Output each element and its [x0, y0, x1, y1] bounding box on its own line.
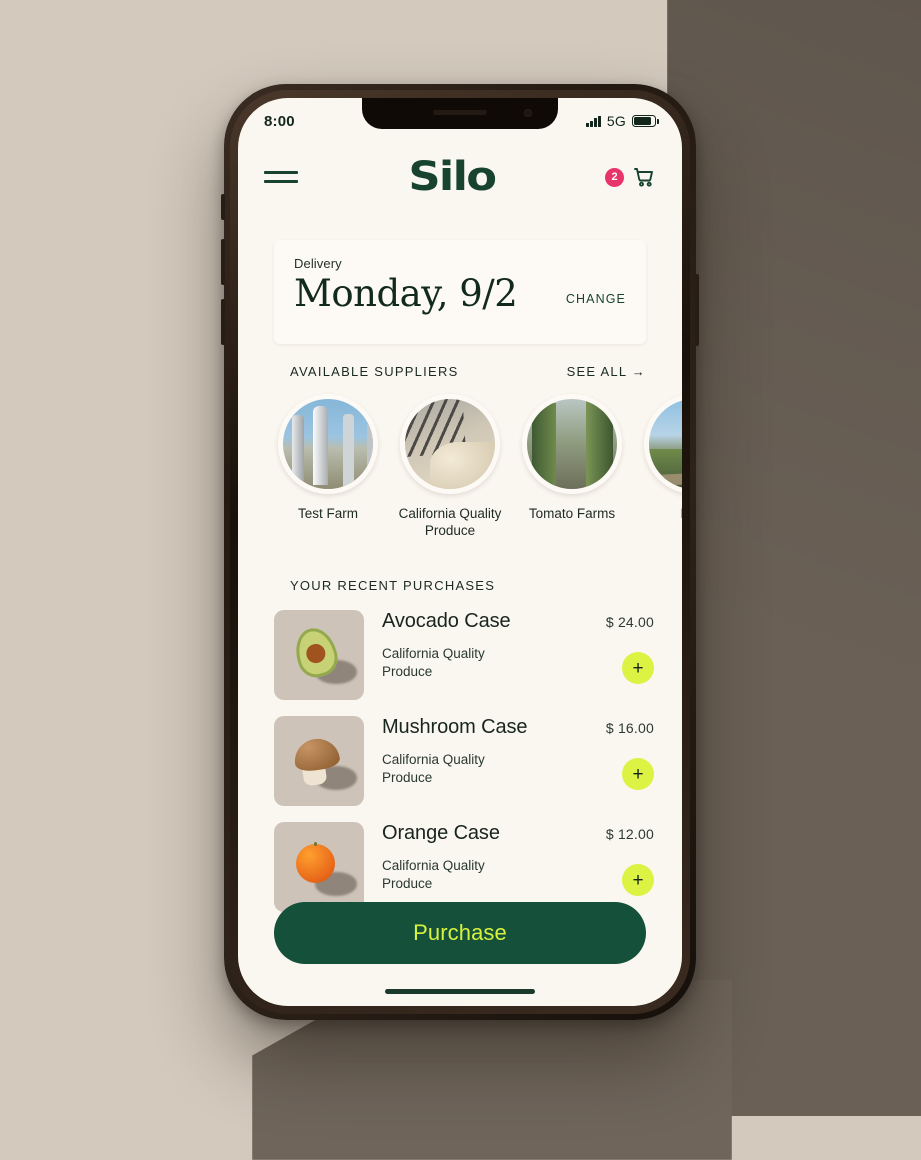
product-name: Avocado Case — [382, 610, 511, 632]
list-item[interactable]: Avocado Case California Quality Produce … — [274, 606, 654, 712]
supplier-avatar-image — [278, 394, 378, 494]
cart-button[interactable]: 2 — [605, 165, 656, 189]
supplier-card[interactable]: Test Farm — [274, 394, 382, 544]
hamburger-menu-icon[interactable] — [264, 171, 298, 183]
suppliers-section-title: AVAILABLE SUPPLIERS — [290, 364, 459, 379]
add-to-cart-button[interactable]: + — [622, 864, 654, 896]
volume-down-button[interactable] — [221, 299, 225, 345]
battery-icon — [632, 115, 659, 127]
delivery-date: Monday, 9/2 — [294, 272, 518, 315]
cart-badge: 2 — [605, 167, 624, 187]
add-to-cart-button[interactable]: + — [622, 758, 654, 790]
front-camera — [524, 109, 532, 117]
earpiece-speaker — [433, 110, 487, 115]
product-name: Mushroom Case — [382, 716, 528, 738]
product-actions: $ 16.00 + — [574, 712, 654, 790]
product-supplier: California Quality Produce — [382, 646, 485, 679]
phone-screen: 8:00 5G Silo 2 Delivery Monday, 9/2 CHAN… — [238, 98, 682, 1006]
supplier-name: Rive — [640, 505, 682, 522]
product-actions: $ 24.00 + — [574, 606, 654, 684]
device-notch — [362, 98, 558, 129]
product-thumbnail — [274, 716, 364, 806]
suppliers-carousel[interactable]: Test Farm California Quality Produce Tom… — [274, 394, 682, 544]
product-thumbnail — [274, 822, 364, 912]
supplier-card[interactable]: California Quality Produce — [396, 394, 504, 544]
power-button[interactable] — [695, 274, 699, 346]
product-price: $ 16.00 — [605, 720, 654, 736]
supplier-card[interactable]: Tomato Farms — [518, 394, 626, 544]
app-logo: Silo — [407, 154, 497, 200]
app-header: Silo 2 — [238, 144, 682, 210]
product-info: Avocado Case California Quality Produce — [382, 606, 556, 680]
shopping-cart-icon — [632, 165, 656, 189]
purchase-button[interactable]: Purchase — [274, 902, 646, 964]
product-supplier: California Quality Produce — [382, 858, 485, 891]
delivery-row: Monday, 9/2 CHANGE — [294, 272, 626, 316]
change-delivery-button[interactable]: CHANGE — [566, 292, 626, 306]
add-to-cart-button[interactable]: + — [622, 652, 654, 684]
suppliers-section-header: AVAILABLE SUPPLIERS SEE ALL → — [290, 364, 646, 379]
supplier-avatar-image — [644, 394, 682, 494]
product-info: Orange Case California Quality Produce — [382, 818, 556, 892]
purchases-section-title: YOUR RECENT PURCHASES — [290, 578, 496, 593]
supplier-name: California Quality Produce — [398, 506, 502, 539]
purchases-section-header: YOUR RECENT PURCHASES — [290, 578, 646, 593]
phone-device: 8:00 5G Silo 2 Delivery Monday, 9/2 CHAN… — [221, 84, 699, 1020]
product-actions: $ 12.00 + — [574, 818, 654, 896]
silent-switch[interactable] — [221, 194, 225, 220]
product-price: $ 24.00 — [605, 614, 654, 630]
status-indicators: 5G — [586, 113, 659, 129]
supplier-avatar-image — [522, 394, 622, 494]
product-supplier: California Quality Produce — [382, 752, 485, 785]
product-name: Orange Case — [382, 822, 500, 844]
product-thumbnail — [274, 610, 364, 700]
product-price: $ 12.00 — [605, 826, 654, 842]
recent-purchases-list: Avocado Case California Quality Produce … — [274, 606, 654, 924]
volume-up-button[interactable] — [221, 239, 225, 285]
orange-icon — [295, 841, 336, 884]
supplier-avatar-image — [400, 394, 500, 494]
status-time: 8:00 — [264, 112, 295, 130]
product-info: Mushroom Case California Quality Produce — [382, 712, 556, 786]
home-indicator[interactable] — [385, 989, 535, 994]
supplier-card[interactable]: Rive — [640, 394, 682, 544]
delivery-label: Delivery — [294, 256, 342, 271]
supplier-name: Test Farm — [297, 506, 358, 521]
list-item[interactable]: Mushroom Case California Quality Produce… — [274, 712, 654, 818]
see-all-suppliers-link[interactable]: SEE ALL → — [567, 364, 646, 379]
network-label: 5G — [606, 113, 626, 129]
delivery-card: Delivery Monday, 9/2 CHANGE — [274, 240, 646, 344]
signal-bars-icon — [586, 115, 601, 127]
supplier-name: Tomato Farms — [528, 506, 616, 521]
